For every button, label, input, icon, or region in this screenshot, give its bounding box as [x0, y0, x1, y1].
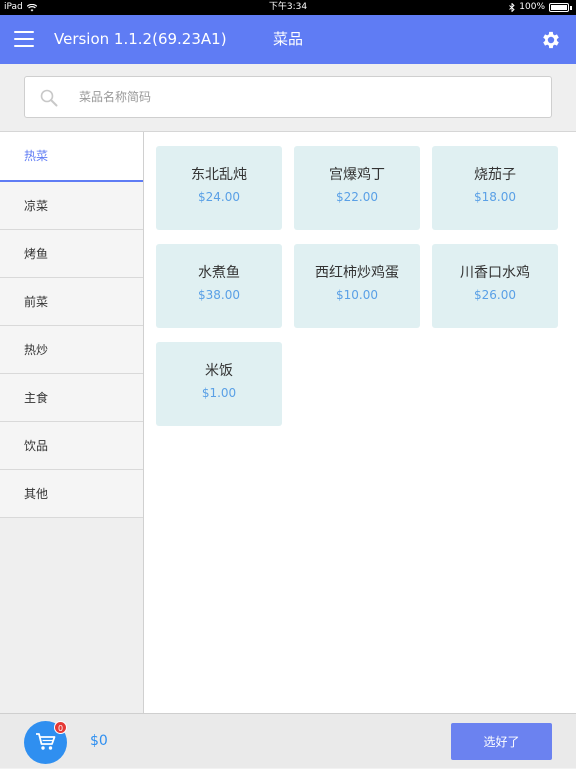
dish-panel: 东北乱炖 $24.00 宫爆鸡丁 $22.00 烧茄子 $18.00 水煮鱼 $…	[144, 132, 576, 713]
category-item-appetizers[interactable]: 前菜	[0, 278, 143, 326]
dish-card[interactable]: 烧茄子 $18.00	[432, 146, 558, 230]
search-area	[0, 64, 576, 132]
search-input[interactable]	[77, 77, 543, 117]
status-bar: iPad 下午3:34 100%	[0, 0, 576, 15]
dish-name: 水煮鱼	[198, 265, 240, 281]
category-label: 饮品	[24, 439, 49, 453]
dish-grid: 东北乱炖 $24.00 宫爆鸡丁 $22.00 烧茄子 $18.00 水煮鱼 $…	[156, 146, 558, 426]
dish-price: $10.00	[336, 288, 378, 302]
category-sidebar: 热菜 凉菜 烤鱼 前菜 热炒 主食 饮品 其他	[0, 132, 144, 713]
dish-price: $22.00	[336, 190, 378, 204]
dish-card[interactable]: 米饭 $1.00	[156, 342, 282, 426]
dish-price: $38.00	[198, 288, 240, 302]
battery-icon	[549, 3, 569, 12]
category-item-other[interactable]: 其他	[0, 470, 143, 518]
app-header: Version 1.1.2(69.23A1) 菜品	[0, 15, 576, 64]
category-label: 烤鱼	[24, 247, 49, 261]
dish-price: $26.00	[474, 288, 516, 302]
dish-card[interactable]: 水煮鱼 $38.00	[156, 244, 282, 328]
search-box[interactable]	[24, 76, 552, 118]
category-label: 其他	[24, 487, 49, 501]
dish-name: 米饭	[205, 363, 233, 379]
category-item-cold-dishes[interactable]: 凉菜	[0, 182, 143, 230]
category-item-hot-dishes[interactable]: 热菜	[0, 132, 143, 182]
dish-price: $1.00	[201, 386, 237, 400]
dish-card[interactable]: 川香口水鸡 $26.00	[432, 244, 558, 328]
battery-tip	[570, 5, 572, 10]
status-time: 下午3:34	[268, 2, 308, 12]
dish-name: 西红柿炒鸡蛋	[315, 265, 399, 281]
dish-card[interactable]: 东北乱炖 $24.00	[156, 146, 282, 230]
gear-icon[interactable]	[540, 29, 562, 51]
dish-name: 东北乱炖	[191, 167, 247, 183]
shopping-cart-icon	[36, 733, 56, 750]
category-label: 凉菜	[24, 199, 49, 213]
dish-name: 川香口水鸡	[460, 265, 530, 281]
category-label: 主食	[24, 391, 49, 405]
category-item-drinks[interactable]: 饮品	[0, 422, 143, 470]
category-item-stir-fry[interactable]: 热炒	[0, 326, 143, 374]
search-icon	[40, 89, 58, 107]
category-label: 热菜	[24, 149, 49, 163]
dish-price: $24.00	[198, 190, 240, 204]
category-item-staples[interactable]: 主食	[0, 374, 143, 422]
dish-card[interactable]: 西红柿炒鸡蛋 $10.00	[294, 244, 420, 328]
dish-card[interactable]: 宫爆鸡丁 $22.00	[294, 146, 420, 230]
category-label: 热炒	[24, 343, 49, 357]
cart-total: $0	[90, 733, 108, 749]
dish-price: $18.00	[474, 190, 516, 204]
category-item-grilled-fish[interactable]: 烤鱼	[0, 230, 143, 278]
dish-name: 宫爆鸡丁	[329, 167, 385, 183]
battery-percent: 100%	[519, 2, 545, 12]
bottom-bar: 0 $0 选好了	[0, 713, 576, 768]
cart-count-badge: 0	[54, 721, 67, 734]
page-title: 菜品	[272, 30, 303, 48]
status-right: 100%	[509, 0, 572, 15]
done-button[interactable]: 选好了	[451, 723, 552, 760]
bluetooth-icon	[509, 3, 515, 12]
category-label: 前菜	[24, 295, 49, 309]
dish-name: 烧茄子	[474, 167, 516, 183]
